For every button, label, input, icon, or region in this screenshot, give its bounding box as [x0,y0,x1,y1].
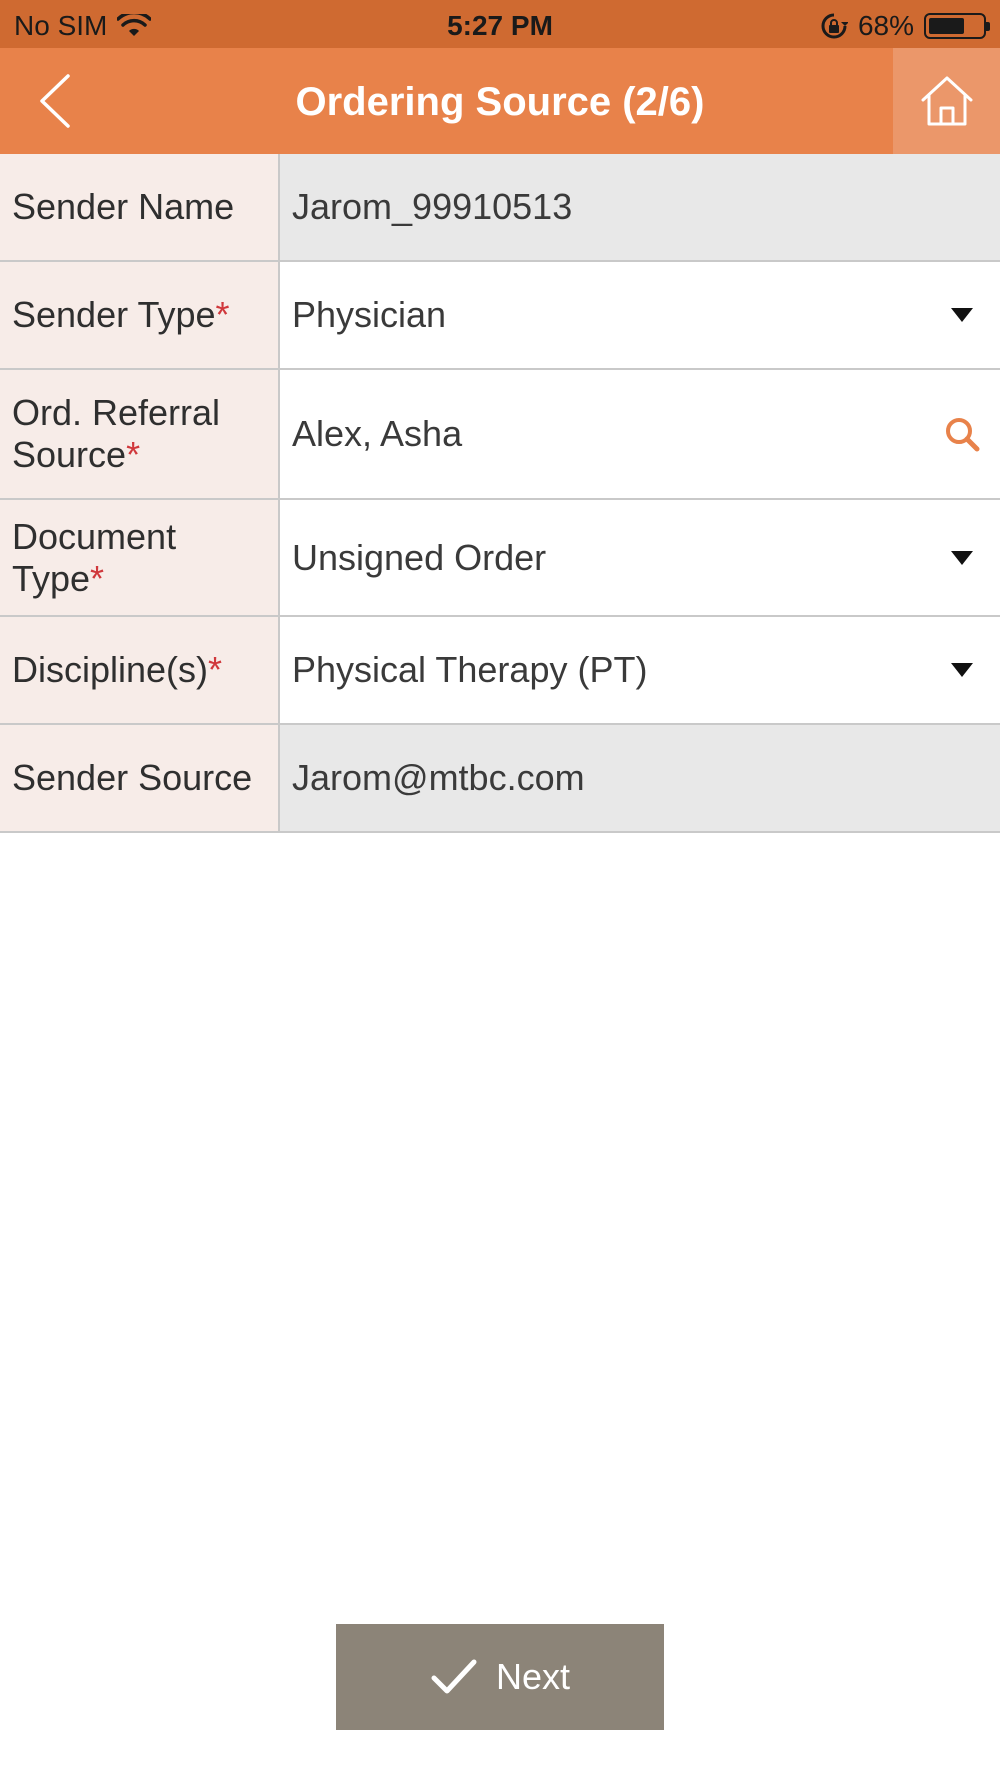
search-icon[interactable] [944,416,980,452]
sender-type-row: Sender Type* Physician [0,262,1000,370]
sender-source-label: Sender Source [0,725,280,831]
ord-referral-source-field[interactable]: Alex, Asha [280,370,1000,498]
required-marker: * [208,649,223,690]
status-bar: No SIM 5:27 PM 68% [0,0,1000,48]
page-title: Ordering Source (2/6) [295,80,705,124]
sender-type-value: Physician [292,294,447,335]
sender-name-label: Sender Name [0,154,280,260]
navigation-bar: Ordering Source (2/6) [0,48,1000,154]
sender-name-value: Jarom_99910513 [292,186,573,227]
document-type-dropdown[interactable]: Unsigned Order [280,500,1000,615]
sender-name-row: Sender Name Jarom_99910513 [0,154,1000,262]
battery-fill [929,18,965,34]
checkmark-icon [431,1659,477,1694]
required-marker: * [215,294,230,335]
home-button[interactable] [893,48,1000,154]
required-marker: * [126,434,141,475]
document-type-label: Document Type* [0,500,280,615]
orientation-lock-icon [821,13,848,39]
dropdown-arrow-icon [951,308,973,322]
field-label: Sender Name [12,186,235,227]
required-marker: * [90,557,105,599]
next-label: Next [495,1656,571,1697]
sender-source-field: Jarom@mtbc.com [280,725,1000,831]
sender-name-field: Jarom_99910513 [280,154,1000,260]
status-right-group: 68% [820,10,990,42]
disciplines-value: Physical Therapy (PT) [292,649,648,690]
field-label: Sender Type* [12,294,230,335]
ordering-source-form: Sender Name Jarom_99910513 Sender Type* … [0,154,1000,833]
field-label: Ord. Referral Source* [12,392,221,475]
sender-type-dropdown[interactable]: Physician [280,262,1000,368]
sender-source-row: Sender Source Jarom@mtbc.com [0,725,1000,833]
home-icon [921,76,972,126]
document-type-row: Document Type* Unsigned Order [0,500,1000,617]
ord-referral-source-value: Alex, Asha [292,413,463,454]
next-button[interactable]: Next [336,1624,664,1730]
document-type-value: Unsigned Order [292,536,547,578]
battery-percent: 68% [857,10,914,41]
field-label: Discipline(s)* [12,649,223,690]
ord-referral-source-label: Ord. Referral Source* [0,370,280,498]
ord-referral-source-row: Ord. Referral Source* Alex, Asha [0,370,1000,500]
sender-type-label: Sender Type* [0,262,280,368]
dropdown-arrow-icon [951,663,973,677]
battery-icon [924,13,990,39]
sender-source-value: Jarom@mtbc.com [292,757,585,798]
field-label: Sender Source [12,757,253,798]
disciplines-row: Discipline(s)* Physical Therapy (PT) [0,617,1000,725]
field-label: Document Type* [12,515,177,599]
disciplines-label: Discipline(s)* [0,617,280,723]
dropdown-arrow-icon [951,550,973,565]
disciplines-dropdown[interactable]: Physical Therapy (PT) [280,617,1000,723]
